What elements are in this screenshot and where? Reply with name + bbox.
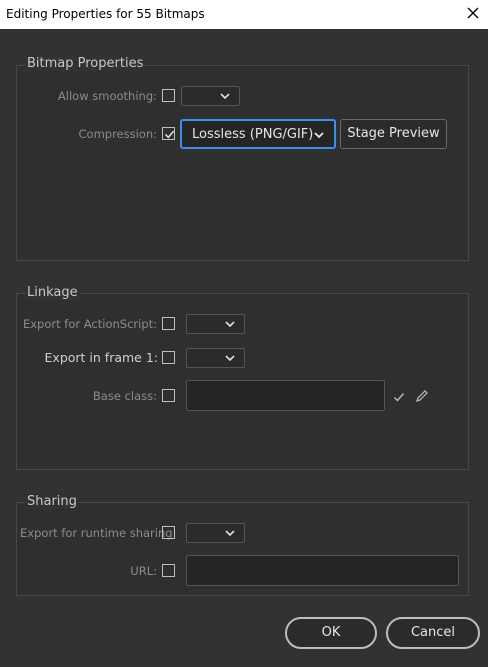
chevron-down-icon <box>314 132 324 139</box>
validate-checkmark-icon[interactable] <box>393 391 405 403</box>
checkmark-icon <box>164 130 175 139</box>
stage-preview-label: Stage Preview <box>347 126 440 141</box>
compression-dropdown[interactable]: Lossless (PNG/GIF) <box>180 119 336 149</box>
allow-smoothing-checkbox[interactable] <box>162 89 175 102</box>
cancel-button[interactable]: Cancel <box>386 617 480 649</box>
export-actionscript-checkbox[interactable] <box>162 317 175 330</box>
cancel-label: Cancel <box>410 625 456 640</box>
chevron-down-icon <box>220 93 230 100</box>
chevron-down-icon <box>225 530 235 537</box>
export-frame-label: Export in frame 1: <box>44 350 158 365</box>
url-checkbox[interactable] <box>162 564 175 577</box>
chevron-down-icon <box>225 321 235 328</box>
compression-label: Compression: <box>78 127 158 141</box>
export-frame-dropdown[interactable] <box>186 348 245 368</box>
compression-value: Lossless (PNG/GIF) <box>192 127 314 142</box>
edit-pencil-icon[interactable] <box>415 389 429 403</box>
base-class-label: Base class: <box>92 389 157 403</box>
base-class-checkbox[interactable] <box>162 389 175 402</box>
export-actionscript-label: Export for ActionScript: <box>22 317 157 331</box>
compression-checkbox[interactable] <box>162 127 175 140</box>
export-actionscript-dropdown[interactable] <box>186 314 245 334</box>
chevron-down-icon <box>225 355 235 362</box>
sharing-title: Sharing <box>25 494 79 509</box>
ok-button[interactable]: OK <box>285 617 377 649</box>
stage-preview-button[interactable]: Stage Preview <box>340 119 447 149</box>
runtime-sharing-checkbox[interactable] <box>162 526 175 539</box>
export-frame-checkbox[interactable] <box>162 351 175 364</box>
url-input[interactable] <box>186 555 459 586</box>
base-class-input[interactable] <box>186 380 385 411</box>
ok-label: OK <box>321 625 341 640</box>
allow-smoothing-dropdown[interactable] <box>181 86 240 106</box>
runtime-sharing-dropdown[interactable] <box>186 523 245 543</box>
linkage-title: Linkage <box>25 285 80 300</box>
runtime-sharing-label: Export for runtime sharing: <box>20 526 177 540</box>
title-bar: Editing Properties for 55 Bitmaps <box>0 0 488 29</box>
url-label: URL: <box>130 564 157 578</box>
close-icon[interactable] <box>465 5 481 21</box>
window-title: Editing Properties for 55 Bitmaps <box>6 7 205 21</box>
bitmap-properties-title: Bitmap Properties <box>25 56 146 71</box>
allow-smoothing-label: Allow smoothing: <box>57 89 157 103</box>
